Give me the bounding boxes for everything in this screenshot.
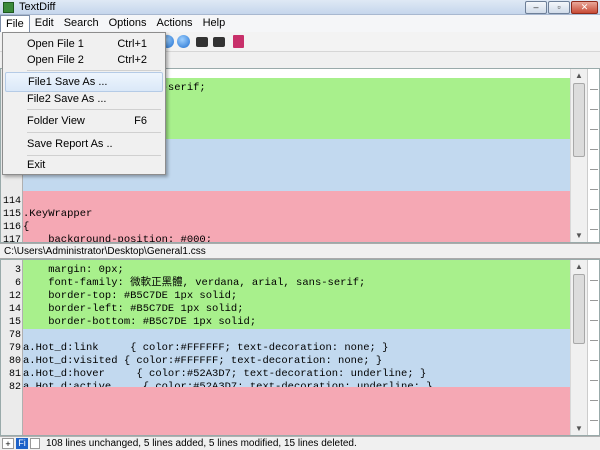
menu-item-save-report-as[interactable]: Save Report As ..: [5, 134, 163, 154]
menu-item-shortcut: F6: [134, 115, 147, 127]
scroll-up-icon[interactable]: ▲: [571, 260, 587, 273]
window-title: TextDiff: [19, 1, 56, 13]
file2-gutter: 3 6 12 14 15 78 79 80 81 82: [1, 260, 23, 435]
code-line: a.Hot_d:link { color:#FFFFFF; text-decor…: [23, 342, 389, 354]
menu-item-folder-view[interactable]: Folder View F6: [5, 111, 163, 131]
menu-separator: [27, 70, 161, 71]
binoculars-next-icon[interactable]: [213, 37, 225, 47]
menu-item-label: Save Report As ..: [27, 138, 113, 150]
file2-pane[interactable]: 3 6 12 14 15 78 79 80 81 82 margin: 0px;…: [0, 259, 600, 436]
app-icon: [3, 2, 14, 13]
minimize-button[interactable]: –: [525, 1, 547, 14]
line-number: 79: [8, 343, 21, 354]
line-number: 14: [8, 304, 21, 315]
close-button[interactable]: ✕: [571, 1, 598, 14]
line-number: 12: [8, 291, 21, 302]
menu-search[interactable]: Search: [59, 15, 104, 32]
line-number: 115: [2, 209, 21, 220]
code-line: margin: 0px;: [23, 264, 124, 276]
maximize-button[interactable]: ▫: [548, 1, 570, 14]
code-line: background-position: #000;: [23, 234, 213, 242]
menu-item-open-file-2[interactable]: Open File 2 Ctrl+2: [5, 50, 163, 70]
line-number: 3: [14, 265, 21, 276]
line-number: 80: [8, 356, 21, 367]
code-line: border-top: #B5C7DE 1px solid;: [23, 290, 238, 302]
line-number: 15: [8, 317, 21, 328]
menu-file[interactable]: File: [0, 15, 30, 32]
status-plus[interactable]: +: [2, 438, 14, 449]
menu-help[interactable]: Help: [198, 15, 231, 32]
code-line: a.Hot_d:visited { color:#FFFFFF; text-de…: [23, 355, 383, 367]
line-number: 116: [2, 222, 21, 233]
forward-icon[interactable]: [177, 35, 190, 48]
book-icon[interactable]: [233, 35, 244, 48]
file-menu-dropdown: Open File 1 Ctrl+1 Open File 2 Ctrl+2 Fi…: [2, 32, 166, 175]
line-number: 78: [8, 330, 21, 341]
diff-ruler: [587, 260, 599, 435]
menu-separator: [27, 109, 161, 110]
code-line: .KeyWrapper: [23, 208, 93, 220]
scroll-thumb[interactable]: [573, 274, 585, 344]
code-line: border-bottom: #B5C7DE 1px solid;: [23, 316, 257, 328]
line-number: 82: [8, 382, 21, 393]
menu-actions[interactable]: Actions: [151, 15, 197, 32]
status-fi[interactable]: Fi: [16, 438, 28, 449]
menu-item-shortcut: Ctrl+2: [117, 54, 147, 66]
binoculars-icon[interactable]: [196, 37, 208, 47]
line-number: 117: [2, 235, 21, 243]
scroll-down-icon[interactable]: ▼: [571, 229, 587, 242]
code-line: font-family: 微軟正黑體, verdana, arial, sans…: [23, 277, 366, 289]
code-line: a.Hot_d:hover { color:#52A3D7; text-deco…: [23, 368, 427, 380]
code-line: {: [23, 221, 30, 233]
diff-summary: 108 lines unchanged, 5 lines added, 5 li…: [46, 438, 357, 449]
menu-item-label: File1 Save As ...: [28, 76, 108, 88]
file1-scrollbar[interactable]: ▲ ▼: [570, 69, 587, 242]
file2-path: C:\Users\Administrator\Desktop\General1.…: [0, 243, 600, 259]
deleted-block: [23, 387, 570, 435]
menu-item-label: Folder View: [27, 115, 85, 127]
scroll-down-icon[interactable]: ▼: [571, 422, 587, 435]
line-number: 114: [2, 196, 21, 207]
menu-item-label: Open File 1: [27, 38, 84, 50]
scroll-up-icon[interactable]: ▲: [571, 69, 587, 82]
menu-item-file2-save-as[interactable]: File2 Save As ...: [5, 89, 163, 109]
status-bar: + Fi 108 lines unchanged, 5 lines added,…: [0, 436, 600, 450]
menu-item-exit[interactable]: Exit: [5, 155, 163, 175]
menu-item-label: Open File 2: [27, 54, 84, 66]
file2-scrollbar[interactable]: ▲ ▼: [570, 260, 587, 435]
status-box: [30, 438, 40, 449]
scroll-thumb[interactable]: [573, 83, 585, 157]
menu-item-label: File2 Save As ...: [27, 93, 107, 105]
menu-edit[interactable]: Edit: [30, 15, 59, 32]
diff-ruler: [587, 69, 599, 242]
menu-separator: [27, 132, 161, 133]
line-number: 6: [14, 278, 21, 289]
file2-code[interactable]: margin: 0px; font-family: 微軟正黑體, verdana…: [23, 260, 570, 435]
code-line: border-left: #B5C7DE 1px solid;: [23, 303, 244, 315]
menu-options[interactable]: Options: [104, 15, 152, 32]
menu-bar: File Edit Search Options Actions Help: [0, 15, 600, 32]
menu-item-label: Exit: [27, 159, 46, 171]
line-number: 81: [8, 369, 21, 380]
title-bar: TextDiff – ▫ ✕: [0, 0, 600, 15]
